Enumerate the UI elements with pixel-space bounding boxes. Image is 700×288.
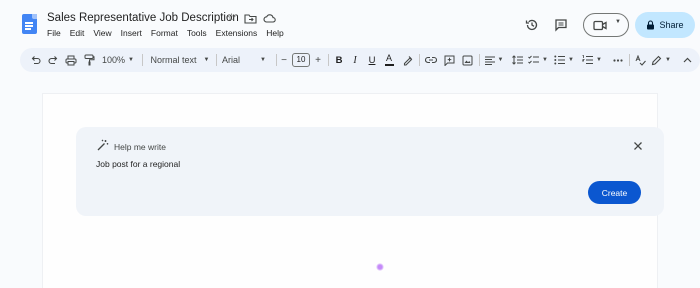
- more-options-icon[interactable]: [611, 48, 625, 72]
- share-button[interactable]: Share: [635, 12, 695, 38]
- docs-logo-icon[interactable]: [22, 14, 37, 34]
- editing-mode-menu[interactable]: ▼: [650, 48, 672, 72]
- paragraph-style-value: Normal text: [150, 55, 197, 65]
- font-family-value: Arial: [222, 55, 241, 65]
- menu-tools[interactable]: Tools: [187, 28, 207, 38]
- paragraph-style-select[interactable]: Normal text ▼: [148, 48, 212, 72]
- undo-icon[interactable]: [28, 48, 42, 72]
- align-menu[interactable]: ▼: [484, 48, 504, 72]
- menu-insert[interactable]: Insert: [121, 28, 142, 38]
- prompt-input[interactable]: Job post for a regional: [96, 159, 180, 169]
- document-title[interactable]: Sales Representative Job Description: [47, 12, 239, 24]
- menu-help[interactable]: Help: [266, 28, 283, 38]
- lock-icon: [647, 20, 655, 30]
- bulleted-list-icon: [554, 55, 566, 65]
- help-me-write-title: Help me write: [114, 142, 166, 152]
- numbered-list-icon: [582, 55, 594, 64]
- numbered-list-menu[interactable]: ▼: [581, 48, 603, 72]
- increase-font-size-button[interactable]: +: [313, 48, 323, 72]
- menu-extensions[interactable]: Extensions: [216, 28, 258, 38]
- cloud-saved-icon[interactable]: [263, 12, 276, 25]
- decrease-font-size-button[interactable]: −: [279, 48, 289, 72]
- comments-icon[interactable]: [554, 18, 568, 32]
- meet-button[interactable]: ▼: [583, 13, 629, 37]
- highlight-color-icon[interactable]: [400, 48, 414, 72]
- chevron-down-icon: ▼: [568, 57, 574, 63]
- version-history-icon[interactable]: [525, 18, 539, 32]
- menu-edit[interactable]: Edit: [70, 28, 85, 38]
- align-left-icon: [484, 55, 495, 65]
- share-label: Share: [659, 20, 684, 30]
- create-button[interactable]: Create: [588, 181, 641, 204]
- toolbar: 100% ▼ Normal text ▼ Arial ▼ − 10 + B I …: [20, 48, 700, 72]
- insert-link-icon[interactable]: [424, 48, 438, 72]
- bold-icon[interactable]: B: [332, 48, 346, 72]
- redo-icon[interactable]: [46, 48, 60, 72]
- paint-format-icon[interactable]: [82, 48, 96, 72]
- checklist-icon: [528, 55, 540, 64]
- collapse-menus-icon[interactable]: [680, 48, 694, 72]
- text-color-icon[interactable]: A: [382, 48, 396, 72]
- font-size-value: 10: [292, 53, 310, 67]
- underline-icon[interactable]: U: [365, 48, 379, 72]
- spelling-check-icon[interactable]: [633, 48, 647, 72]
- italic-icon[interactable]: I: [348, 48, 362, 72]
- chevron-down-icon: ▼: [128, 57, 134, 63]
- menu-format[interactable]: Format: [151, 28, 178, 38]
- help-me-write-panel: Help me write Job post for a regional Cr…: [76, 127, 664, 216]
- font-size-input[interactable]: 10: [291, 48, 311, 72]
- bulleted-list-menu[interactable]: ▼: [553, 48, 575, 72]
- chevron-down-icon: ▼: [542, 57, 548, 63]
- insert-image-icon[interactable]: [460, 48, 474, 72]
- chevron-down-icon: ▼: [260, 57, 266, 63]
- magic-wand-icon: [96, 139, 109, 152]
- close-icon[interactable]: [632, 139, 644, 151]
- menu-view[interactable]: View: [93, 28, 111, 38]
- print-icon[interactable]: [64, 48, 78, 72]
- star-icon[interactable]: ☆: [225, 12, 238, 25]
- title-bar: Sales Representative Job Description ☆ F…: [0, 0, 700, 46]
- menu-file[interactable]: File: [47, 28, 61, 38]
- chevron-down-icon: ▼: [615, 19, 621, 25]
- zoom-value: 100%: [102, 55, 126, 65]
- line-spacing-icon[interactable]: [510, 48, 524, 72]
- font-family-select[interactable]: Arial ▼: [222, 48, 270, 72]
- chevron-down-icon: ▼: [596, 57, 602, 63]
- pencil-icon: [651, 55, 662, 65]
- chevron-down-icon: ▼: [497, 57, 504, 63]
- video-camera-icon: [593, 20, 607, 31]
- chevron-down-icon: ▼: [665, 57, 671, 63]
- loading-indicator: [376, 263, 384, 271]
- zoom-select[interactable]: 100% ▼: [100, 48, 136, 72]
- move-folder-icon[interactable]: [244, 12, 257, 25]
- menu-bar: File Edit View Insert Format Tools Exten…: [47, 28, 284, 38]
- chevron-down-icon: ▼: [203, 57, 210, 63]
- add-comment-icon[interactable]: [442, 48, 456, 72]
- checklist-menu[interactable]: ▼: [527, 48, 549, 72]
